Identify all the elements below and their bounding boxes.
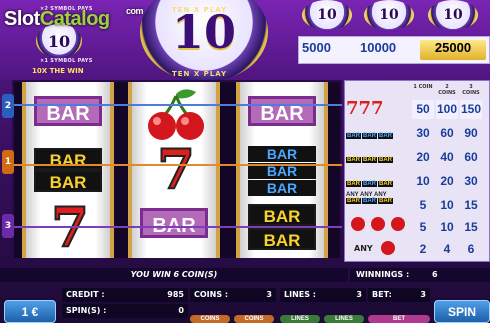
pay-777-1: 50	[412, 100, 434, 119]
pay-cherries-1: 5	[419, 220, 427, 234]
coin-value-button[interactable]: 1 €	[4, 300, 56, 323]
lines-up-button[interactable]: LINES	[324, 315, 364, 323]
reel-symbol-bar: BAR	[248, 228, 316, 250]
pay-bar-mixed-1: 10	[416, 174, 430, 188]
mini-logo-1: 10	[302, 0, 352, 30]
winnings-box: WINNINGS : 6	[350, 268, 490, 282]
pay-any-cherry-1: 2	[419, 242, 427, 256]
payline-2	[12, 104, 342, 106]
paytable-symbol-any: ANY ANY ANY BAR BAR BAR	[346, 192, 393, 204]
cherry-icon	[381, 241, 395, 255]
reel-symbol-bar: BAR	[248, 180, 316, 196]
coins-down-button[interactable]: COINS	[190, 315, 230, 323]
pay-any-3: 15	[464, 198, 478, 212]
payline-badge-1[interactable]: 1	[2, 150, 14, 174]
symbol-pays-note-1: ×1 SYMBOL PAYS	[40, 58, 93, 64]
mini-logo-3: 10	[428, 0, 478, 30]
lines-display: LINES : 3	[280, 288, 366, 302]
paytable-any-label: ANY	[354, 244, 373, 253]
win-message: YOU WIN 6 COIN(S)	[0, 268, 348, 282]
mini-logo-2: 10	[364, 0, 414, 30]
payline-1	[12, 164, 342, 166]
jackpot-1: 5000	[302, 40, 331, 55]
pay-bar-mixed-3: 30	[464, 174, 478, 188]
reel-symbol-bar: BAR	[248, 146, 316, 162]
pay-any-cherry-3: 6	[467, 242, 475, 256]
pay-any-1: 5	[419, 198, 427, 212]
reel-symbol-bar: BAR	[248, 96, 316, 126]
pay-cherries-2: 10	[440, 220, 454, 234]
logo-rim-bottom: TEN X PLAY	[172, 70, 228, 78]
pay-777-2: 100	[436, 100, 458, 119]
slot-machine: 10 ×2 SYMBOL PAYS ×1 SYMBOL PAYS 10X THE…	[0, 0, 490, 323]
payline-badge-3[interactable]: 3	[2, 214, 14, 238]
logo-rim-top: TEN X PLAY	[172, 6, 228, 14]
pay-cherries-3: 15	[464, 220, 478, 234]
paytable-symbol-bar-blue: BAR BAR BAR	[346, 133, 393, 139]
coins-display: COINS : 3	[190, 288, 276, 302]
spin-button[interactable]: SPIN	[434, 300, 490, 323]
win-multiplier-note: 10X THE WIN	[32, 67, 84, 75]
reel-2: 7 BAR	[128, 82, 220, 258]
reel-symbol-bar: BAR	[34, 170, 102, 192]
reel-symbol-bar: BAR	[140, 208, 208, 238]
cherries-icon	[148, 89, 204, 140]
winnings-value: 6	[432, 270, 438, 279]
jackpot-3: 25000	[420, 40, 486, 60]
pay-777-3: 150	[460, 100, 482, 119]
pay-bar-mixed-2: 20	[440, 174, 454, 188]
reel-symbol-bar: BAR	[248, 204, 316, 226]
coins-up-button[interactable]: COINS	[234, 315, 274, 323]
reel-symbol-bar: BAR	[34, 148, 102, 170]
paytable-symbol-bar-mixed: BAR BAR BAR	[346, 181, 393, 187]
pay-bar-yellow-1: 20	[416, 150, 430, 164]
pay-bar-yellow-2: 40	[440, 150, 454, 164]
pay-any-2: 10	[440, 198, 454, 212]
reel-3: BAR BAR BAR BAR BAR BAR	[236, 82, 328, 258]
watermark-logo: SlotCatalog com	[4, 6, 144, 30]
small-logo-number: 10	[47, 31, 71, 51]
pay-bar-blue-2: 60	[440, 126, 454, 140]
paytable-symbol-777: 777	[346, 98, 384, 119]
paytable-symbol-bar-yellow: BAR BAR BAR	[346, 157, 393, 163]
pay-bar-yellow-3: 60	[464, 150, 478, 164]
paytable-header-3: 3 COINS	[462, 84, 480, 96]
pay-bar-blue-3: 90	[464, 126, 478, 140]
credit-display: CREDIT : 985	[62, 288, 188, 302]
jackpot-2: 10000	[360, 40, 397, 55]
paytable-header-1: 1 COIN	[413, 84, 433, 90]
lines-down-button[interactable]: LINES	[280, 315, 320, 323]
pay-bar-blue-1: 30	[416, 126, 430, 140]
reel-1: BAR BAR BAR 7	[22, 82, 114, 258]
bet-button[interactable]: BET	[368, 315, 430, 323]
reel-symbol-bar: BAR	[34, 96, 102, 126]
reel-symbol-seven: 7	[156, 137, 196, 201]
winnings-label: WINNINGS :	[356, 270, 410, 279]
payline-3	[12, 226, 342, 228]
paytable-header-2: 2 COINS	[438, 84, 456, 96]
spins-display: SPIN(S) : 0	[62, 304, 188, 318]
cherries-icon	[351, 217, 405, 231]
pay-any-cherry-2: 4	[443, 242, 451, 256]
bet-display: BET: 3	[368, 288, 430, 302]
payline-badge-2[interactable]: 2	[2, 94, 14, 118]
